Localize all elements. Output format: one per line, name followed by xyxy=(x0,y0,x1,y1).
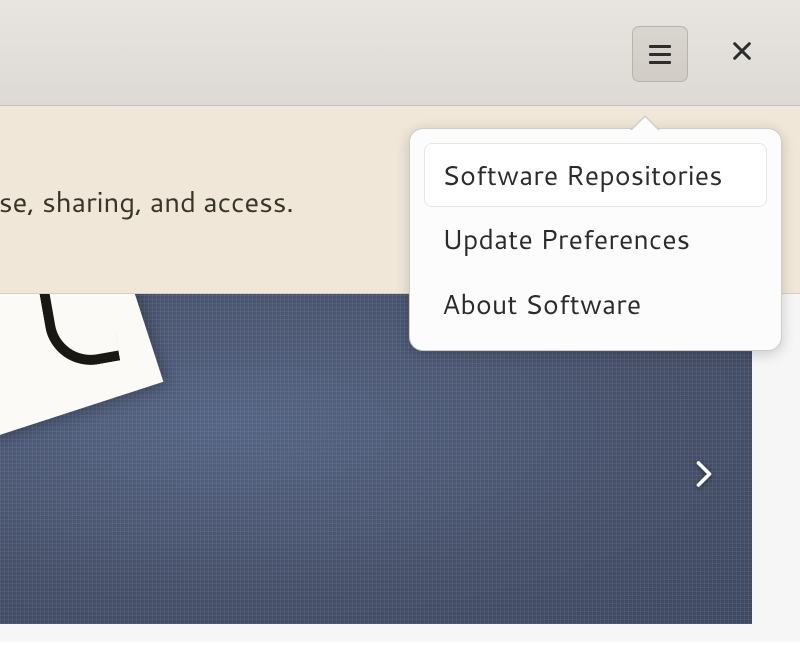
banner-text: …restrictions on use, sharing, and acces… xyxy=(0,182,294,222)
hamburger-icon xyxy=(649,45,671,64)
hamburger-menu-popover: Software Repositories Update Preferences… xyxy=(409,128,782,351)
featured-app-tile xyxy=(0,294,163,437)
menu-item-update-preferences[interactable]: Update Preferences xyxy=(424,207,767,271)
close-button[interactable] xyxy=(714,26,770,82)
menu-item-about-software[interactable]: About Software xyxy=(424,272,767,336)
menu-item-software-repositories[interactable]: Software Repositories xyxy=(424,143,767,207)
hamburger-menu-button[interactable] xyxy=(632,26,688,82)
chevron-right-icon xyxy=(693,459,715,489)
header-bar xyxy=(0,0,800,106)
close-icon xyxy=(731,40,753,68)
carousel-next-button[interactable] xyxy=(684,454,724,494)
